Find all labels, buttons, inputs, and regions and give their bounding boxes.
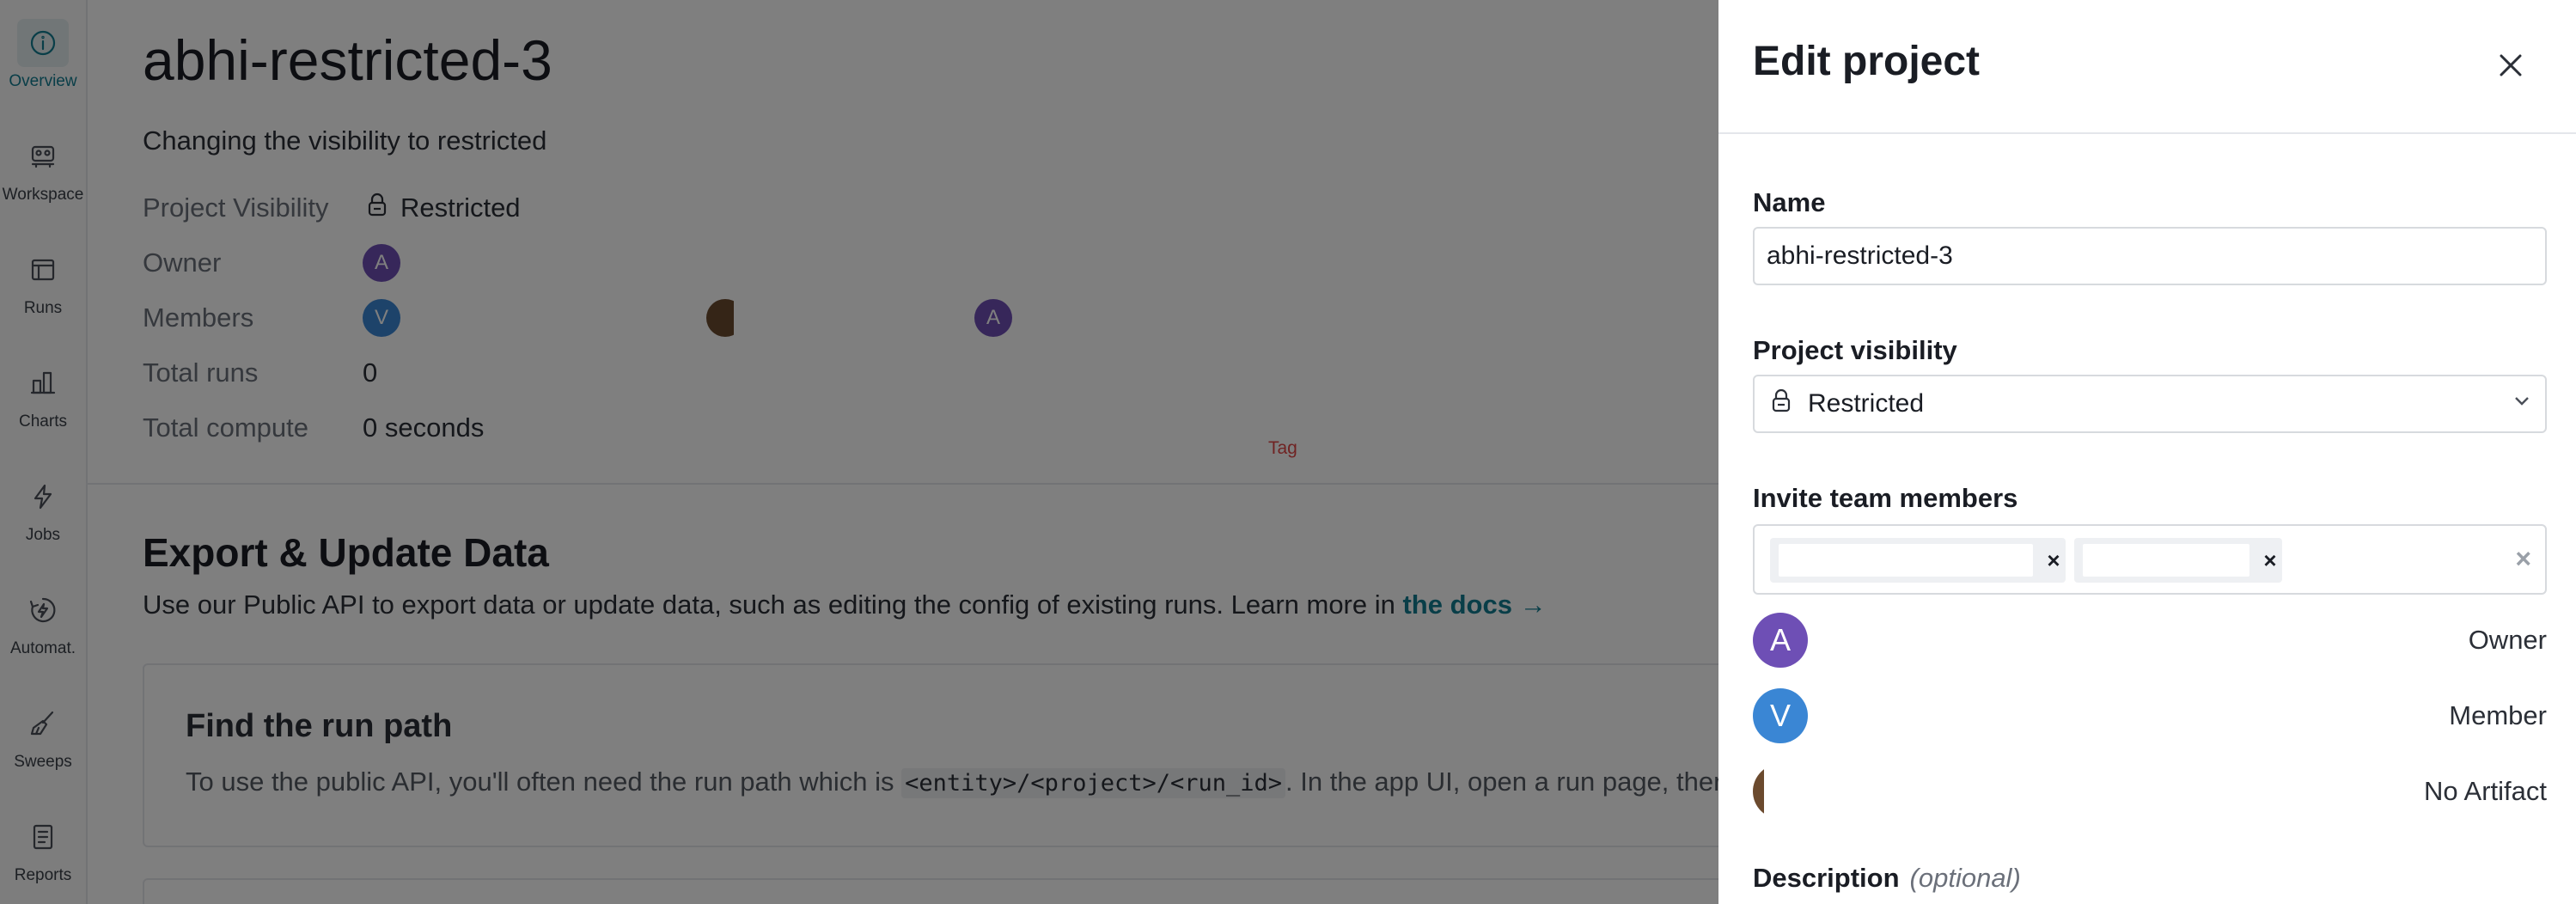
member-role[interactable]: Owner bbox=[2469, 625, 2547, 656]
clear-all-button[interactable]: × bbox=[2515, 543, 2531, 575]
lock-icon bbox=[1767, 386, 1796, 422]
visibility-label: Project visibility bbox=[1753, 335, 1957, 365]
member-chip[interactable]: × bbox=[1770, 538, 2066, 583]
avatar: V bbox=[1753, 688, 1808, 743]
close-icon bbox=[2500, 54, 2522, 76]
name-input[interactable]: abhi-restricted-3 bbox=[1753, 227, 2547, 285]
member-row: A Owner bbox=[1753, 610, 2547, 670]
optional-hint: (optional) bbox=[1909, 863, 2021, 893]
member-row: No Artifact bbox=[1753, 761, 2547, 822]
member-role[interactable]: Member bbox=[2449, 700, 2547, 731]
member-role[interactable]: No Artifact bbox=[2424, 776, 2547, 807]
drawer-title: Edit project bbox=[1753, 39, 1981, 84]
chevron-down-icon bbox=[2511, 389, 2533, 418]
avatar bbox=[1753, 764, 1808, 819]
chip-name-redacted bbox=[2083, 544, 2249, 577]
visibility-select[interactable]: Restricted bbox=[1753, 375, 2547, 433]
chip-remove-button[interactable]: × bbox=[2042, 547, 2066, 574]
invite-members-input[interactable]: × × × bbox=[1753, 524, 2547, 595]
modal-overlay[interactable] bbox=[0, 0, 1718, 904]
edit-project-drawer: Edit project Name abhi-restricted-3 Proj… bbox=[1718, 0, 2576, 904]
avatar: A bbox=[1753, 613, 1808, 668]
chip-name-redacted bbox=[1779, 544, 2033, 577]
drawer-header: Edit project bbox=[1718, 0, 2576, 134]
description-label: Description (optional) bbox=[1753, 863, 2021, 894]
visibility-select-value: Restricted bbox=[1808, 389, 1925, 418]
chip-remove-button[interactable]: × bbox=[2258, 547, 2282, 574]
invite-label: Invite team members bbox=[1753, 483, 2018, 513]
close-button[interactable] bbox=[2488, 43, 2533, 88]
name-label: Name bbox=[1753, 187, 1826, 217]
description-label-text: Description bbox=[1753, 863, 1900, 893]
member-row: V Member bbox=[1753, 686, 2547, 746]
member-chip[interactable]: × bbox=[2074, 538, 2282, 583]
